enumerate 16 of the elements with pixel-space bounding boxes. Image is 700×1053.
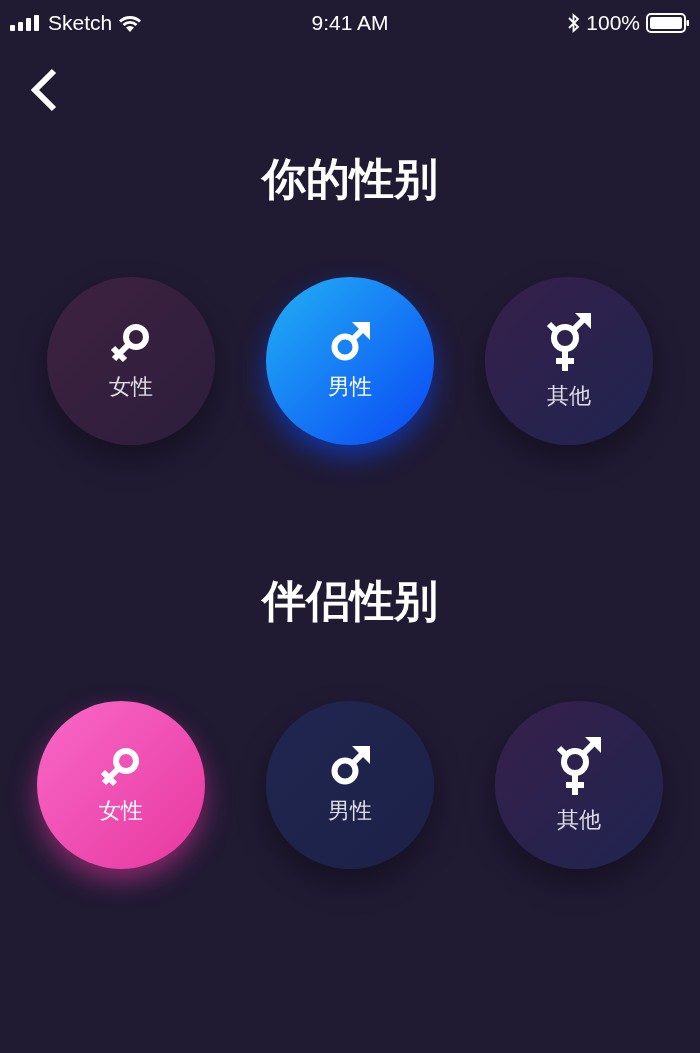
signal-icon	[10, 14, 42, 31]
transgender-symbol-icon	[555, 734, 603, 797]
carrier-name: Sketch	[48, 9, 113, 36]
gender-option[interactable]: 其他	[495, 701, 663, 869]
section-title: 伴侣性别	[262, 575, 438, 627]
transgender-symbol-icon	[545, 310, 593, 373]
battery-percent: 100%	[586, 9, 640, 36]
bluetooth-icon	[568, 12, 581, 33]
battery-icon	[646, 12, 690, 33]
gender-option[interactable]: 男性	[266, 277, 434, 445]
gender-option[interactable]: 其他	[485, 277, 653, 445]
status-time: 9:41 AM	[311, 9, 389, 36]
gender-option[interactable]: 女性	[47, 277, 215, 445]
gender-option[interactable]: 男性	[266, 701, 434, 869]
section-title: 你的性别	[262, 153, 438, 205]
wifi-icon	[118, 13, 143, 32]
